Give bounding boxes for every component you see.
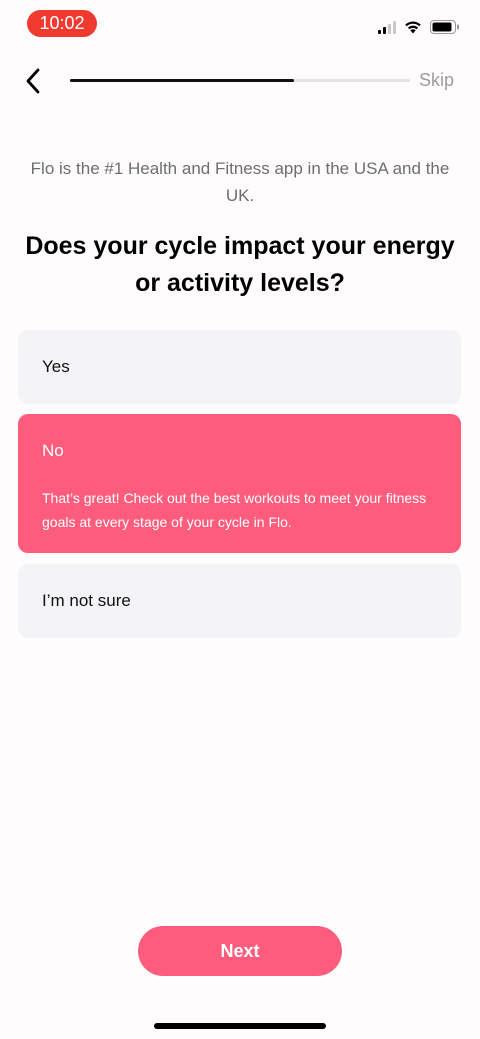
progress-bar xyxy=(70,79,410,82)
battery-icon xyxy=(430,20,459,34)
option-yes[interactable]: Yes xyxy=(18,330,461,404)
subtitle: Flo is the #1 Health and Fitness app in … xyxy=(30,159,450,205)
option-label: Yes xyxy=(42,357,70,376)
home-indicator xyxy=(154,1023,326,1029)
wifi-icon xyxy=(405,21,421,34)
option-label: I’m not sure xyxy=(42,591,131,610)
status-bar: 10:02 xyxy=(0,0,480,48)
next-button[interactable]: Next xyxy=(138,926,342,976)
back-button[interactable] xyxy=(18,64,48,98)
option-feedback-text: That’s great! Check out the best workout… xyxy=(42,490,427,530)
cellular-signal-icon xyxy=(378,20,396,34)
option-no[interactable]: No That’s great! Check out the best work… xyxy=(18,414,461,553)
option-label: No xyxy=(42,441,64,460)
status-time: 10:02 xyxy=(27,10,97,37)
status-icons xyxy=(378,18,460,36)
chevron-left-icon xyxy=(26,68,40,94)
question-title: Does your cycle impact your energy or ac… xyxy=(25,232,455,297)
skip-button[interactable]: Skip xyxy=(419,70,454,91)
progress-bar-fill xyxy=(70,79,295,82)
option-not-sure[interactable]: I’m not sure xyxy=(18,564,461,638)
